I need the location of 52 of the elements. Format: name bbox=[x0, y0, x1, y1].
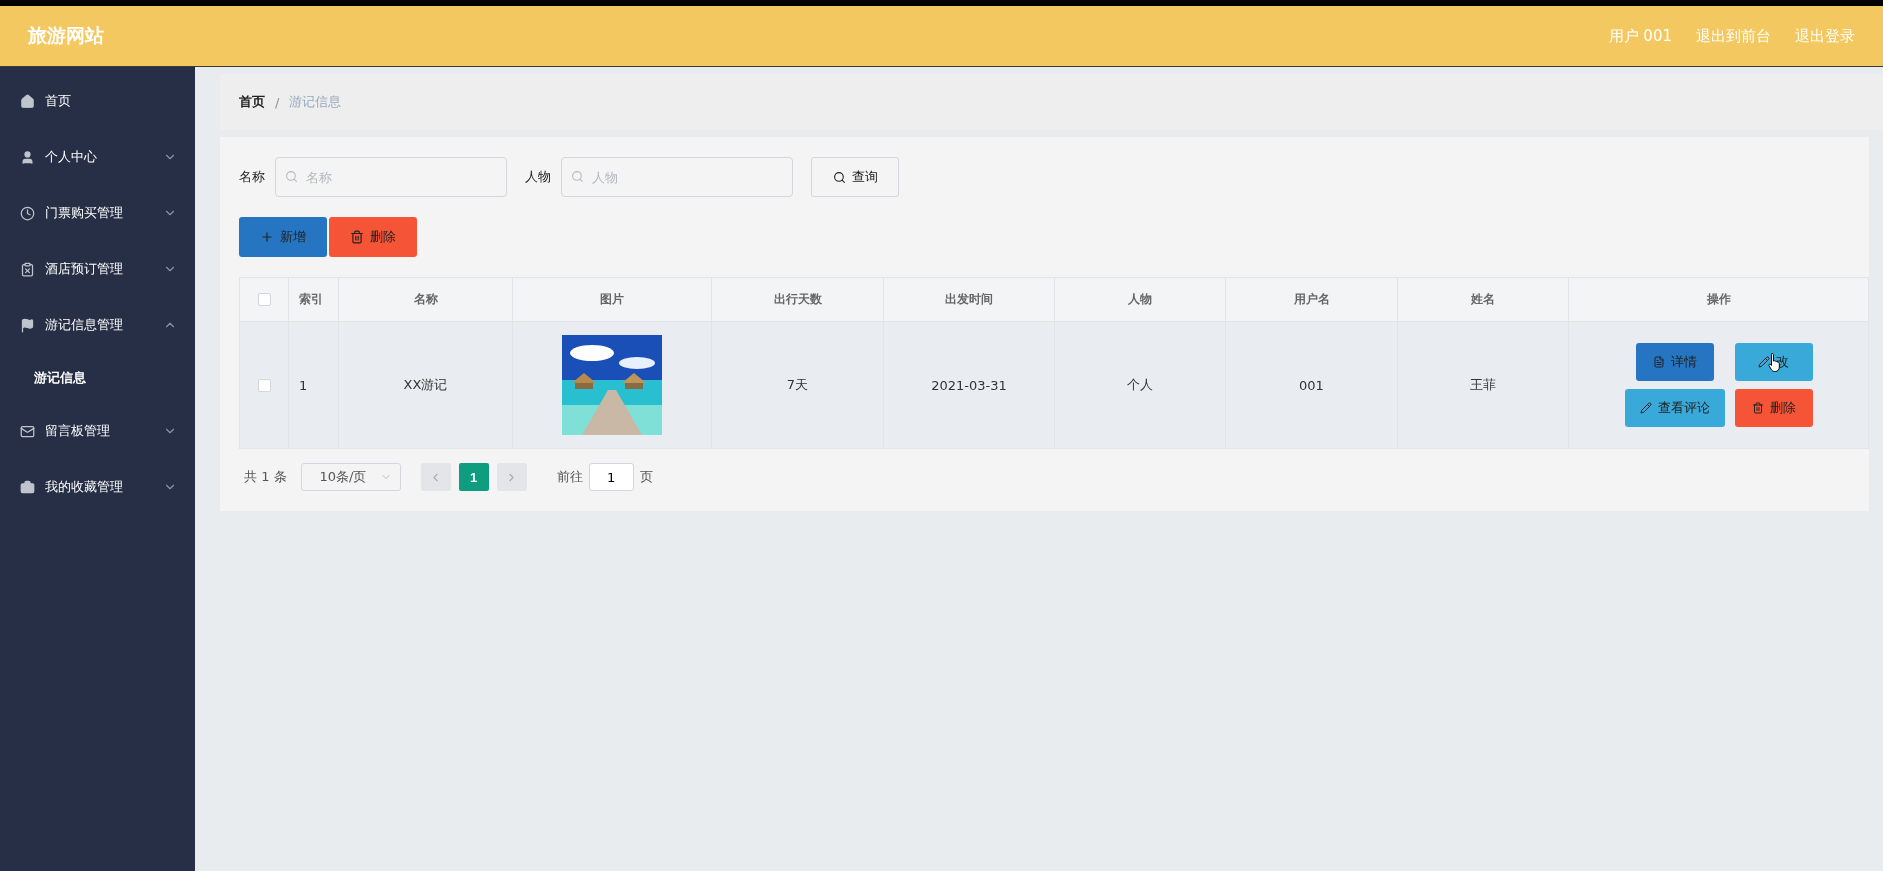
column-header: 操作 bbox=[1705, 291, 1732, 308]
site-title: 旅游网站 bbox=[28, 23, 104, 48]
briefcase-icon bbox=[20, 479, 35, 495]
document-icon bbox=[1652, 356, 1665, 368]
delete-button[interactable]: 删除 bbox=[329, 217, 417, 257]
table-cell: 2021-03-31 bbox=[884, 322, 1055, 448]
breadcrumb-separator: / bbox=[275, 94, 280, 110]
sidebar-item[interactable]: 酒店预订管理 bbox=[0, 241, 195, 297]
table-cell: 王菲 bbox=[1398, 322, 1569, 448]
page-input[interactable]: 1 bbox=[588, 463, 634, 491]
home-icon bbox=[20, 93, 35, 109]
delete-button[interactable]: 删除 bbox=[1734, 389, 1813, 427]
sidebar-item[interactable]: 个人中心 bbox=[0, 129, 195, 185]
prev-page-button[interactable] bbox=[420, 463, 451, 491]
breadcrumb-item[interactable]: 首页 bbox=[239, 93, 265, 111]
next-page-button[interactable] bbox=[496, 463, 527, 491]
clock-icon bbox=[20, 205, 35, 221]
pencil-icon bbox=[1758, 356, 1770, 368]
search-field[interactable]: 名称 bbox=[275, 157, 507, 197]
table-cell: 1 bbox=[289, 322, 339, 448]
table-cell: 001 bbox=[1226, 322, 1398, 448]
table-cell: 个人 bbox=[1055, 322, 1226, 448]
pencil-icon bbox=[1639, 402, 1652, 414]
breadcrumb-item: 游记信息 bbox=[289, 93, 342, 111]
checkbox[interactable] bbox=[257, 378, 271, 392]
trash-icon bbox=[350, 230, 364, 244]
sidebar-item[interactable]: 留言板管理 bbox=[0, 403, 195, 459]
comments-button[interactable]: 查看评论 bbox=[1624, 389, 1725, 427]
field-label: 人物 bbox=[525, 168, 551, 186]
sidebar-item[interactable]: 门票购买管理 bbox=[0, 185, 195, 241]
search-icon bbox=[285, 170, 298, 183]
table-cell: XX游记 bbox=[339, 322, 513, 448]
search-field[interactable]: 人物 bbox=[561, 157, 793, 197]
sidebar-item[interactable]: 游记信息管理 bbox=[0, 297, 195, 353]
sidebar-item[interactable]: 我的收藏管理 bbox=[0, 459, 195, 515]
checkbox[interactable] bbox=[257, 293, 271, 306]
search-icon bbox=[571, 170, 584, 183]
mail-icon bbox=[20, 423, 35, 439]
search-button[interactable]: 查询 bbox=[811, 157, 899, 197]
field-label: 名称 bbox=[239, 168, 265, 186]
page-size-select[interactable]: 10条/页 bbox=[300, 463, 401, 491]
flag-icon bbox=[20, 317, 35, 333]
total-count: 共 1 条 bbox=[244, 468, 287, 486]
user-icon bbox=[20, 149, 35, 165]
sidebar-item[interactable]: 首页 bbox=[0, 73, 195, 129]
goto-label: 前往 bbox=[556, 468, 583, 486]
plus-icon bbox=[260, 230, 274, 244]
trash-icon bbox=[1751, 402, 1764, 414]
search-icon bbox=[832, 170, 846, 184]
table-cell: 7天 bbox=[712, 322, 884, 448]
page-unit-label: 页 bbox=[639, 468, 653, 486]
clipboard-icon bbox=[20, 261, 35, 277]
